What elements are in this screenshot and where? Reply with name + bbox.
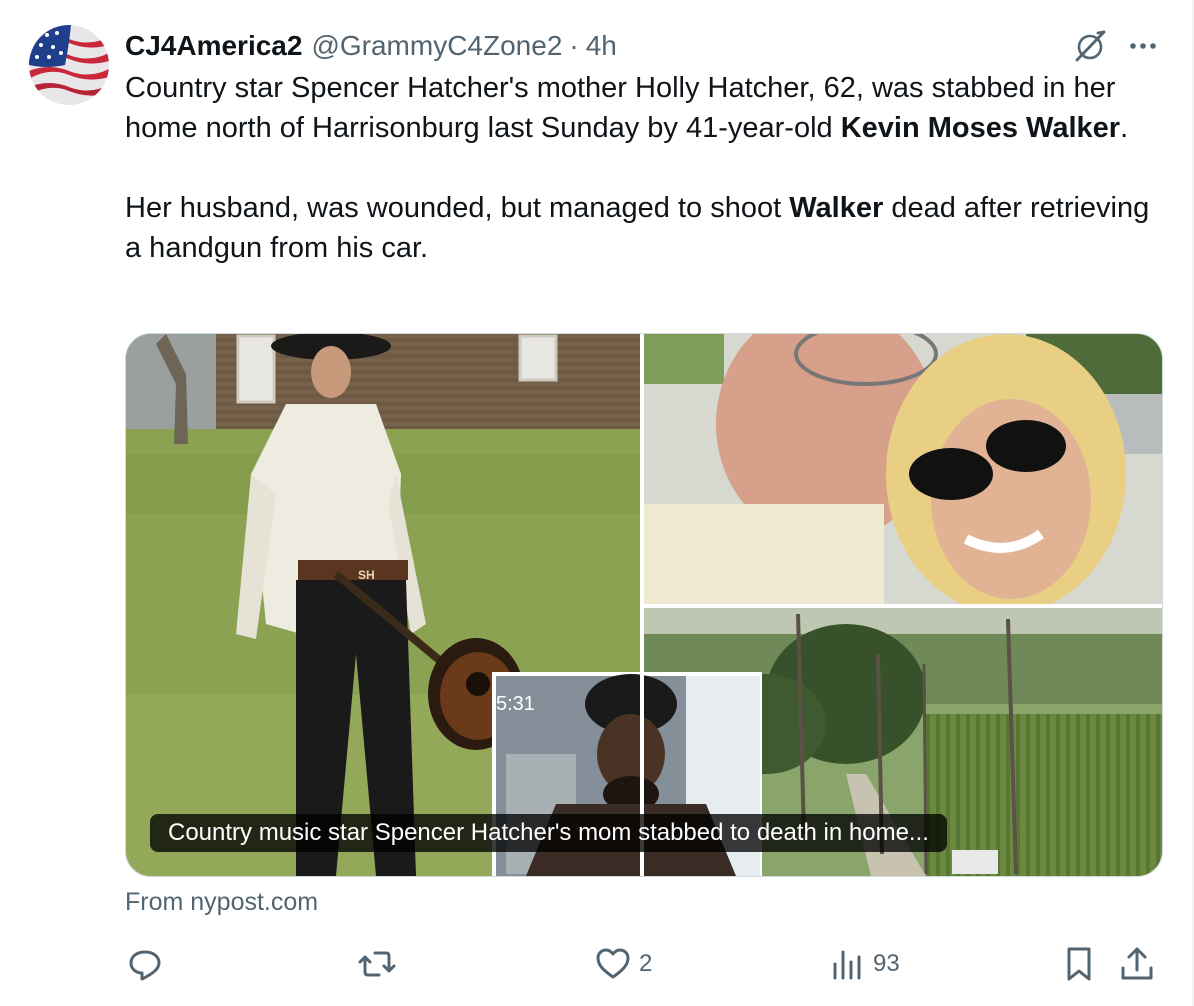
views-count: 93 <box>873 950 900 977</box>
grok-icon[interactable] <box>1072 27 1110 65</box>
tweet-paragraph-1: Country star Spencer Hatcher's mother Ho… <box>125 68 1165 148</box>
tweet-paragraph-2: Her husband, was wounded, but managed to… <box>125 188 1165 268</box>
avatar[interactable] <box>29 25 109 105</box>
bold-name: Walker <box>789 192 884 224</box>
bookmark-button[interactable] <box>1059 942 1099 986</box>
timestamp[interactable]: 4h <box>586 30 617 62</box>
reply-icon <box>129 950 161 981</box>
card-caption: Country music star Spencer Hatcher's mom… <box>150 814 947 852</box>
card-image: 5:31 SH <box>126 334 1162 876</box>
separator-dot: · <box>569 30 579 61</box>
like-count: 2 <box>639 950 653 977</box>
repost-icon <box>358 951 396 977</box>
american-flag-avatar-icon <box>29 25 109 105</box>
belt-text: SH <box>358 568 375 582</box>
views-icon <box>833 950 861 980</box>
display-name[interactable]: CJ4America2 <box>125 30 302 62</box>
share-icon <box>1121 947 1153 980</box>
action-bar: 2 93 <box>125 942 1165 986</box>
reply-button[interactable] <box>125 942 171 986</box>
link-preview-card[interactable]: 5:31 SH Country music star Spencer Hatch… <box>125 333 1163 877</box>
tweet-text-segment: . <box>1120 112 1129 144</box>
like-button[interactable]: 2 <box>593 942 652 986</box>
views-button[interactable]: 93 <box>827 942 900 986</box>
bookmark-icon <box>1067 947 1091 981</box>
share-button[interactable] <box>1117 942 1157 986</box>
tweet-header: CJ4America2 @GrammyC4Zone2 · 4h <box>125 26 617 66</box>
tweet-text-segment: Her husband, was wounded, but managed to… <box>125 192 790 224</box>
more-icon[interactable] <box>1124 30 1162 62</box>
repost-button[interactable] <box>357 942 403 986</box>
video-timestamp-overlay: 5:31 <box>496 693 535 715</box>
bold-name: Kevin Moses Walker <box>840 112 1121 144</box>
card-source[interactable]: From nypost.com <box>125 884 318 920</box>
user-handle[interactable]: @GrammyC4Zone2 <box>311 30 562 62</box>
tweet-text: Country star Spencer Hatcher's mother Ho… <box>125 68 1165 268</box>
heart-icon <box>596 948 630 979</box>
